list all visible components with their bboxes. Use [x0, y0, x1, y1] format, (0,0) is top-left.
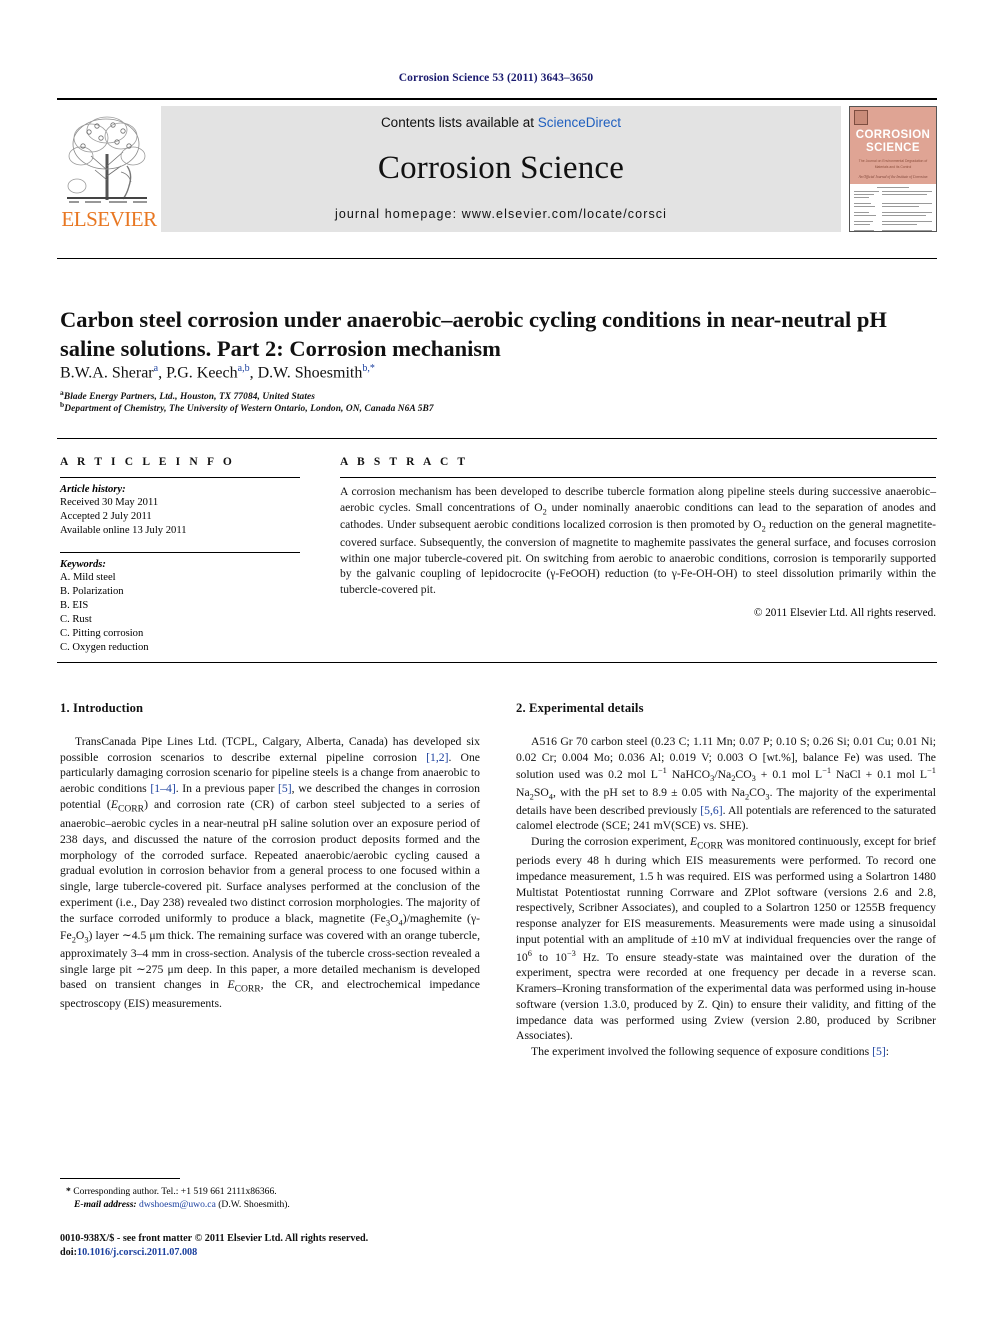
elsevier-logo: ELSEVIER [57, 106, 161, 232]
author-2-name: P.G. Keech [166, 364, 238, 382]
author-1-name: B.W.A. Sherar [60, 364, 154, 382]
keywords-rule [60, 551, 300, 553]
footnote-email-owner: (D.W. Shoesmith). [218, 1199, 290, 1211]
cover-title-line2: SCIENCE [866, 142, 920, 155]
cover-title-line1: CORROSION [855, 129, 931, 141]
sciencedirect-link[interactable]: ScienceDirect [538, 115, 621, 130]
corresponding-author-footnote: * Corresponding author. Tel.: +1 519 661… [60, 1178, 480, 1212]
article-info-column: A R T I C L E I N F O Article history: R… [60, 456, 300, 655]
keyword-item: B. Polarization [60, 585, 124, 597]
keyword-item: C. Oxygen reduction [60, 641, 149, 653]
abstract-column: A B S T R A C T A corrosion mechanism ha… [340, 456, 936, 619]
author-2-marks: a,b [237, 363, 250, 374]
article-info-rule [60, 477, 300, 478]
author-3-name: D.W. Shoesmith [257, 364, 363, 382]
footnote-rule [60, 1178, 180, 1179]
experimental-paragraph-1: A516 Gr 70 carbon steel (0.23 C; 1.11 Mn… [516, 734, 936, 833]
section-heading-experimental: 2. Experimental details [516, 701, 644, 715]
footnote-corresponding-line: * Corresponding author. Tel.: +1 519 661… [60, 1185, 480, 1198]
contents-prefix: Contents lists available at [380, 115, 538, 130]
journal-homepage[interactable]: journal homepage: www.elsevier.com/locat… [335, 207, 667, 221]
abstract-divider [57, 662, 937, 663]
footnote-email-link[interactable]: dwshoesm@uwo.ca [139, 1199, 216, 1210]
abstract-copyright: © 2011 Elsevier Ltd. All rights reserved… [753, 606, 936, 619]
elsevier-wordmark: ELSEVIER [61, 207, 157, 231]
footnote-corresponding-text: Corresponding author. Tel.: +1 519 661 2… [73, 1186, 277, 1197]
author-1-marks: a [153, 363, 159, 374]
cover-contents-preview [850, 183, 936, 231]
footnote-email-line: E-mail address: dwshoesm@uwo.ca (D.W. Sh… [60, 1198, 480, 1211]
cover-subtitle: The Journal on Environmental Degradation… [858, 159, 928, 169]
footer-doi-label: doi: [60, 1247, 77, 1259]
cover-logo-icon [854, 110, 868, 125]
cover-society: An Official Journal of the Institute of … [858, 175, 928, 180]
author-list: B.W.A. Sherara, P.G. Keecha,b, D.W. Shoe… [60, 363, 375, 382]
footer-doi-link[interactable]: 10.1016/j.corsci.2011.07.008 [77, 1247, 197, 1258]
intro-paragraph: TransCanada Pipe Lines Ltd. (TCPL, Calga… [60, 734, 481, 1011]
page-title: Carbon steel corrosion under anaerobic–a… [60, 307, 887, 362]
affiliation-b: bDepartment of Chemistry, The University… [60, 400, 935, 414]
contents-lists-line: Contents lists available at ScienceDirec… [381, 115, 621, 130]
keyword-item: C. Rust [60, 613, 92, 625]
footnote-email-label: E-mail address: [74, 1199, 137, 1211]
article-history-received: Received 30 May 2011 [60, 497, 159, 508]
article-history-online: Available online 13 July 2011 [60, 524, 187, 536]
author-3-marks: b,* [362, 363, 375, 374]
abstract-body: A corrosion mechanism has been developed… [340, 485, 936, 597]
abstract-rule [340, 477, 936, 478]
page-footer: 0010-938X/$ - see front matter © 2011 El… [60, 1232, 520, 1261]
keyword-item: A. Mild steel [60, 571, 116, 583]
keyword-item: C. Pitting corrosion [60, 627, 144, 639]
abstract-heading: A B S T R A C T [340, 456, 469, 468]
footer-doi-line: doi:10.1016/j.corsci.2011.07.008 [60, 1246, 520, 1260]
body-column-left: 1. Introduction TransCanada Pipe Lines L… [60, 700, 480, 1012]
article-history-label: Article history: [60, 484, 126, 495]
journal-masthead: ELSEVIER Contents lists available at Sci… [57, 98, 937, 232]
title-divider [57, 258, 937, 259]
journal-article-page: Corrosion Science 53 (2011) 3643–3650 EL… [0, 0, 992, 1323]
affiliation-b-text: Department of Chemistry, The University … [64, 404, 434, 415]
elsevier-tree-icon [61, 108, 157, 208]
article-history-accepted: Accepted 2 July 2011 [60, 510, 152, 522]
experimental-paragraph-3: The experiment involved the following se… [531, 1044, 890, 1058]
keywords-label: Keywords: [60, 558, 106, 570]
footnote-star: * [66, 1186, 71, 1197]
journal-band: Contents lists available at ScienceDirec… [161, 106, 841, 232]
body-column-right: 2. Experimental details A516 Gr 70 carbo… [516, 700, 936, 1060]
footer-issn-line: 0010-938X/$ - see front matter © 2011 El… [60, 1233, 369, 1244]
info-divider [57, 438, 937, 439]
journal-title: Corrosion Science [377, 150, 625, 186]
experimental-paragraph-2: During the corrosion experiment, ECORR w… [516, 835, 936, 1043]
running-head: Corrosion Science 53 (2011) 3643–3650 [398, 72, 594, 84]
article-info-heading: A R T I C L E I N F O [60, 456, 235, 468]
journal-cover-thumbnail: CORROSION SCIENCE The Journal on Environ… [849, 106, 937, 232]
section-heading-introduction: 1. Introduction [60, 701, 144, 715]
keyword-item: B. EIS [60, 599, 89, 611]
